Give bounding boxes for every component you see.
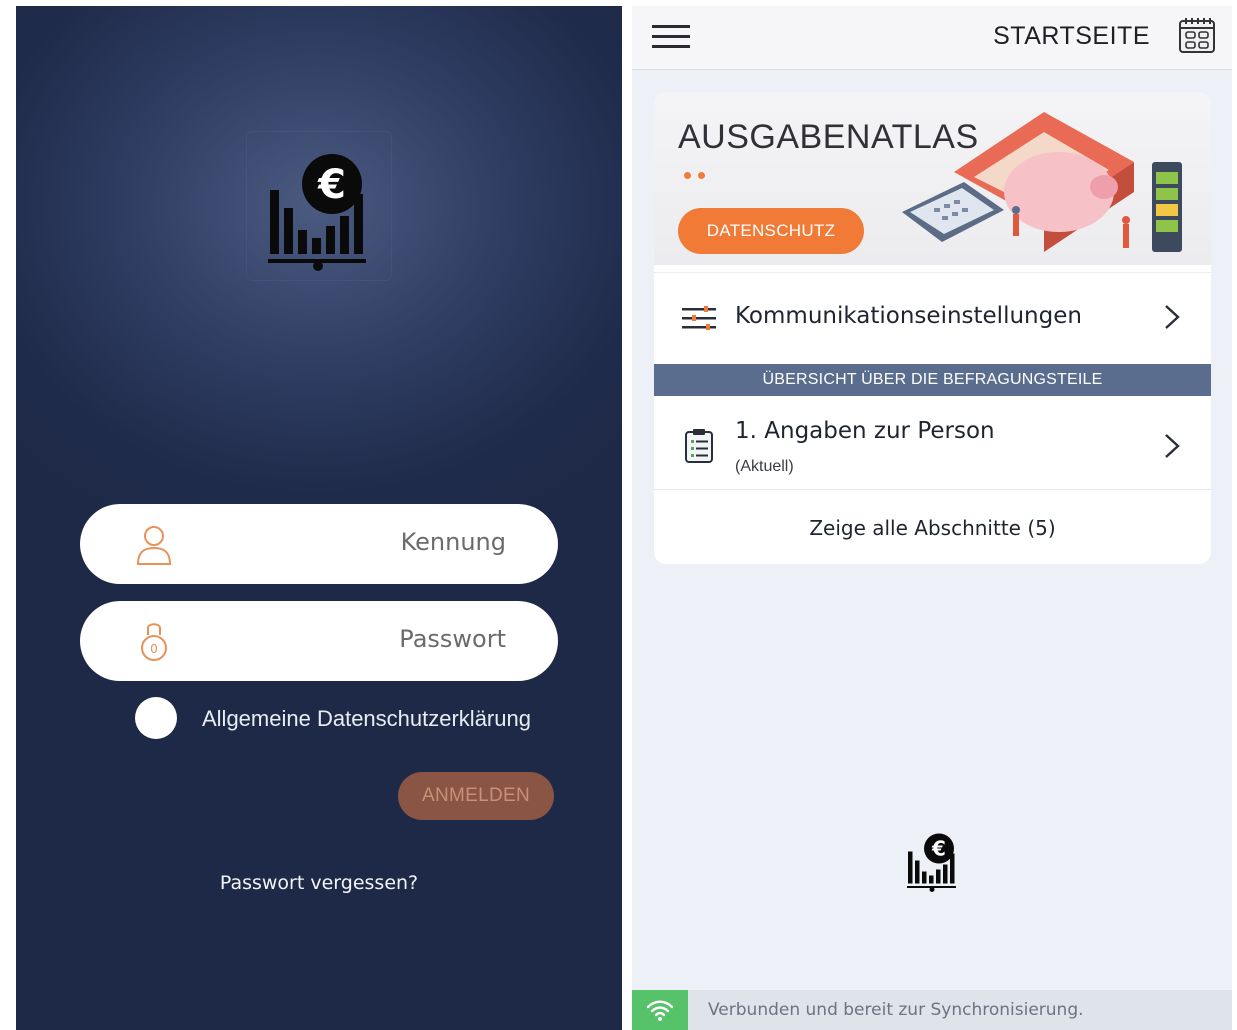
euro-chart-logo-icon: € [907,833,956,892]
user-icon [136,526,172,565]
section-row-personal-info[interactable]: 1. Angaben zur Person (Aktuell) [654,398,1211,490]
username-placeholder: Kennung [400,528,506,556]
home-screen: STARTSEITE AUSGABENATLAS DATENSCHUTZ Kom… [632,6,1232,1030]
login-screen: € Kennung 0 Passwort Allgemeine Datensch… [16,6,622,1030]
hamburger-menu-icon[interactable] [652,22,690,52]
chevron-right-icon [1165,434,1180,458]
section-status: (Aktuell) [735,458,794,475]
clipboard-icon [685,429,713,463]
top-bar: STARTSEITE [632,6,1232,70]
overview-card: AUSGABENATLAS DATENSCHUTZ Kommunikations… [654,92,1211,564]
username-field[interactable]: Kennung [80,504,558,584]
svg-text:0: 0 [150,642,158,656]
privacy-consent-radio[interactable] [135,697,177,739]
lock-icon: 0 [141,623,167,661]
forgot-password-link[interactable]: Passwort vergessen? [16,872,622,894]
show-all-sections-link[interactable]: Zeige alle Abschnitte (5) [654,492,1211,564]
page-title: STARTSEITE [993,22,1150,50]
hero-banner: AUSGABENATLAS DATENSCHUTZ [654,92,1211,265]
password-placeholder: Passwort [399,625,506,653]
carousel-dots [684,164,712,183]
euro-chart-logo-icon: € [268,154,366,271]
section-header: ÜBERSICHT ÜBER DIE BEFRAGUNGSTEILE [654,364,1211,396]
wifi-icon [646,1000,674,1021]
login-button[interactable]: ANMELDEN [398,772,554,820]
calendar-icon[interactable] [1178,16,1216,54]
section-title: 1. Angaben zur Person [735,418,995,444]
sync-indicator [632,990,688,1030]
communication-settings-row[interactable]: Kommunikationseinstellungen [654,272,1211,360]
sliders-icon [682,306,716,330]
app-name: AUSGABENATLAS [678,118,979,156]
svg-text:€: € [931,837,946,861]
communication-settings-label: Kommunikationseinstellungen [735,303,1082,329]
sync-status-text: Verbunden und bereit zur Synchronisierun… [708,1000,1084,1020]
sync-status-bar: Verbunden und bereit zur Synchronisierun… [632,990,1232,1030]
privacy-button[interactable]: DATENSCHUTZ [678,208,864,254]
svg-text:€: € [317,162,346,208]
privacy-consent-label[interactable]: Allgemeine Datenschutzerklärung [202,706,531,732]
chevron-right-icon [1165,305,1180,329]
password-field[interactable]: 0 Passwort [80,601,558,681]
